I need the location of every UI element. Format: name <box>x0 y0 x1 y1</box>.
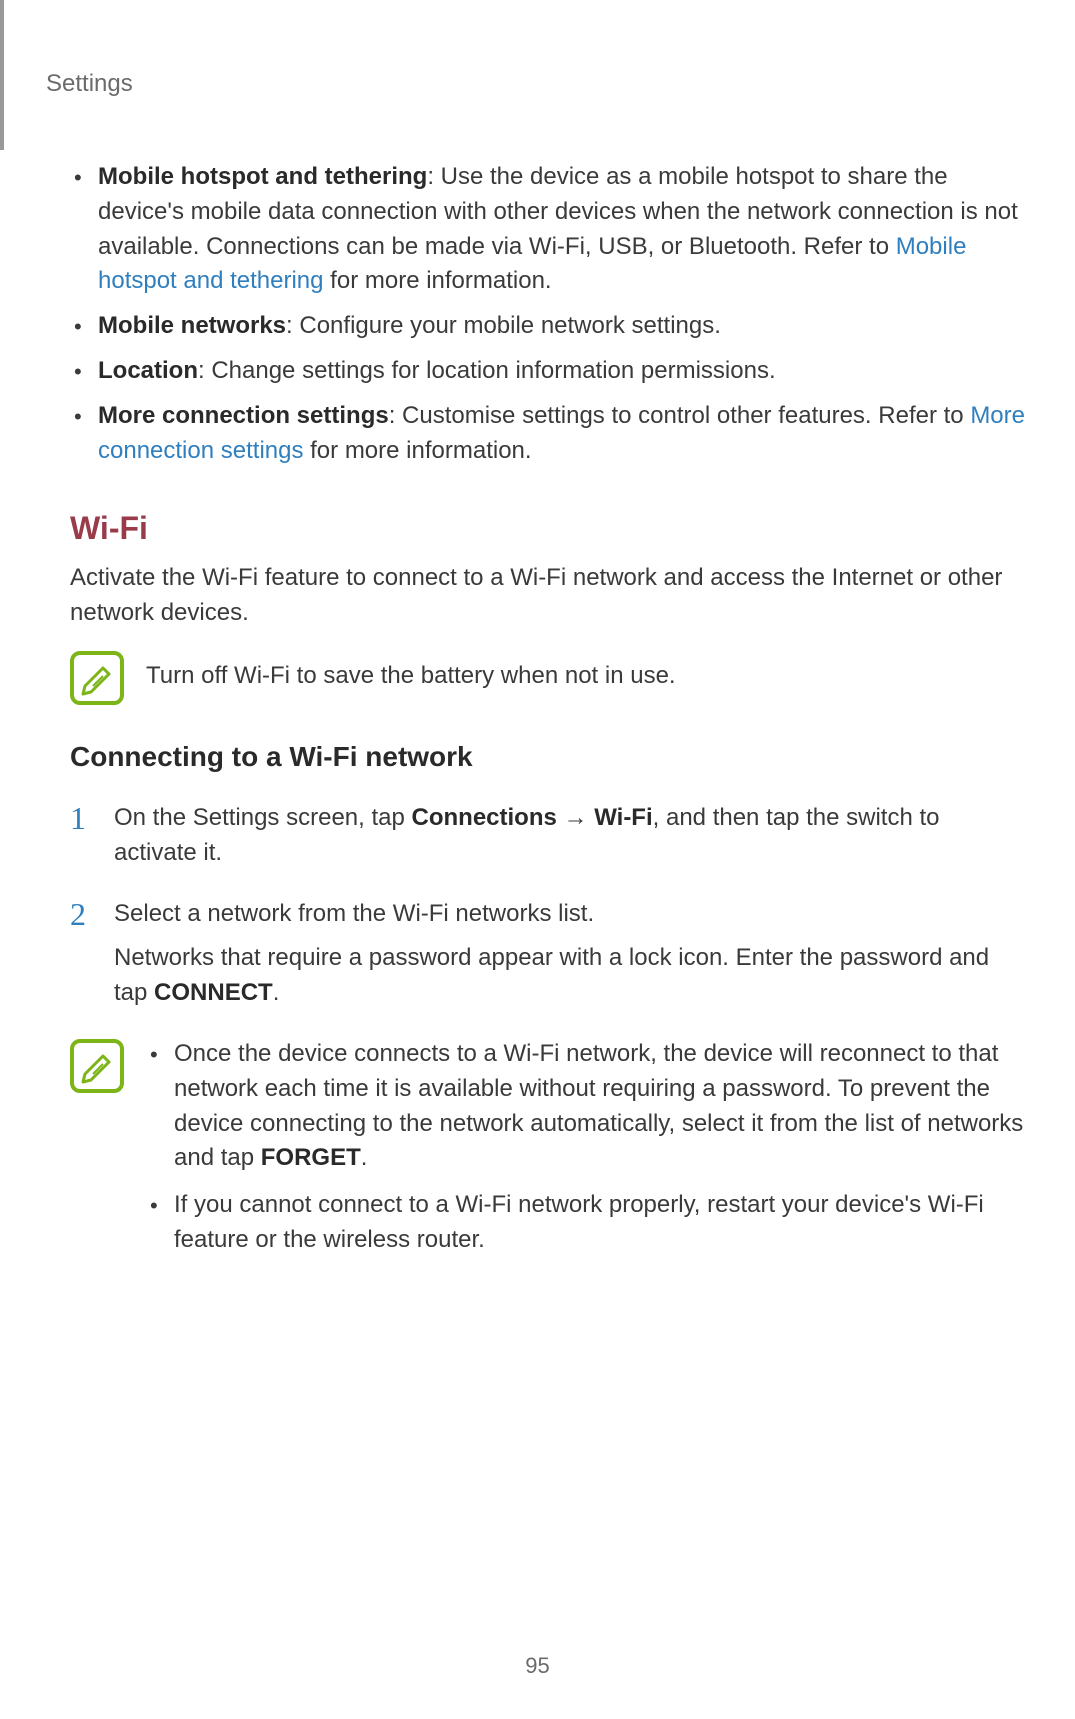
wifi-connecting-subheading: Connecting to a Wi-Fi network <box>70 741 1025 773</box>
page-edge-decoration <box>0 0 4 150</box>
wifi-step-2: Select a network from the Wi-Fi networks… <box>70 897 1025 1011</box>
step2-connect: CONNECT <box>154 979 273 1006</box>
note2-forget: FORGET <box>261 1144 361 1171</box>
step1-connections: Connections <box>412 804 557 831</box>
page-content: Settings Mobile hotspot and tethering: U… <box>0 0 1075 1350</box>
page-header-title: Settings <box>40 70 1035 98</box>
note2-item1c: . <box>361 1144 368 1171</box>
wifi-steps: On the Settings screen, tap Connections … <box>70 801 1025 1011</box>
bullet-hotspot-tail: for more information. <box>324 267 552 294</box>
note-icon <box>70 1039 124 1093</box>
settings-bullet-list: Mobile hotspot and tethering: Use the de… <box>70 160 1025 468</box>
bullet-mobile-networks-desc: : Configure your mobile network settings… <box>286 312 721 339</box>
bullet-mobile-networks-bold: Mobile networks <box>98 312 286 339</box>
bullet-mobile-networks: Mobile networks: Configure your mobile n… <box>98 309 1025 344</box>
bullet-more-connection-bold: More connection settings <box>98 402 389 429</box>
main-content: Mobile hotspot and tethering: Use the de… <box>40 160 1035 1270</box>
note2-item1: Once the device connects to a Wi-Fi netw… <box>174 1037 1025 1176</box>
bullet-hotspot: Mobile hotspot and tethering: Use the de… <box>98 160 1025 299</box>
bullet-hotspot-bold: Mobile hotspot and tethering <box>98 163 427 190</box>
wifi-intro: Activate the Wi-Fi feature to connect to… <box>70 561 1025 631</box>
note-wifi-reconnect-list: Once the device connects to a Wi-Fi netw… <box>146 1037 1025 1258</box>
bullet-location: Location: Change settings for location i… <box>98 354 1025 389</box>
bullet-more-connection-tail: for more information. <box>303 437 531 464</box>
step1-arrow: → <box>557 804 594 831</box>
bullet-location-bold: Location <box>98 357 198 384</box>
bullet-location-desc: : Change settings for location informati… <box>198 357 776 384</box>
bullet-more-connection: More connection settings: Customise sett… <box>98 399 1025 469</box>
note-icon <box>70 651 124 705</box>
wifi-heading: Wi-Fi <box>70 510 1025 547</box>
step1-wifi: Wi-Fi <box>594 804 652 831</box>
note-wifi-battery: Turn off Wi-Fi to save the battery when … <box>70 649 1025 705</box>
step1-pre: On the Settings screen, tap <box>114 804 412 831</box>
page-number: 95 <box>0 1653 1075 1679</box>
step2-line2c: . <box>273 979 280 1006</box>
note-wifi-reconnect: Once the device connects to a Wi-Fi netw… <box>70 1037 1025 1270</box>
step2-line1: Select a network from the Wi-Fi networks… <box>114 900 594 927</box>
wifi-step-1: On the Settings screen, tap Connections … <box>70 801 1025 871</box>
bullet-more-connection-desc: : Customise settings to control other fe… <box>389 402 971 429</box>
note-wifi-battery-text: Turn off Wi-Fi to save the battery when … <box>146 649 676 694</box>
note2-item2: If you cannot connect to a Wi-Fi network… <box>174 1188 1025 1258</box>
